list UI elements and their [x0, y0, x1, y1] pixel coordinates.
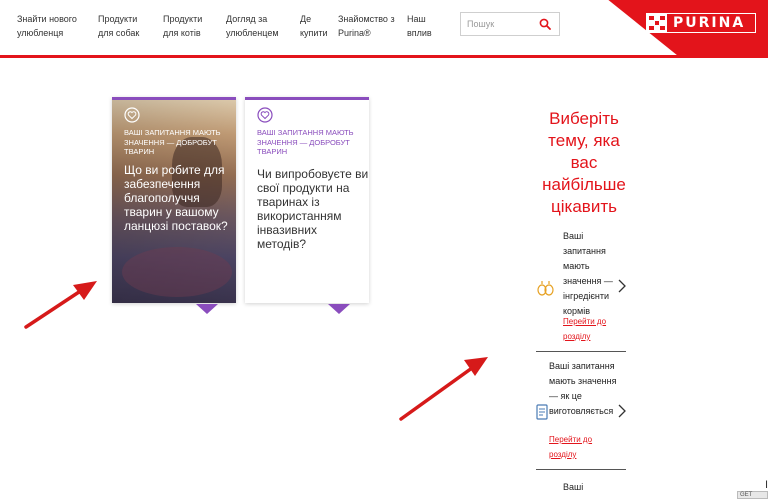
search-input[interactable]: [467, 19, 539, 29]
search-icon[interactable]: [539, 18, 551, 30]
card-subtitle: Ваші запитання мають значення — добробут…: [257, 128, 354, 156]
search-box[interactable]: [460, 12, 560, 36]
article-card-supply-chain[interactable]: Ваші запитання мають значення — добробут…: [112, 97, 236, 303]
chevron-right-icon[interactable]: [618, 404, 626, 418]
nav-item-find-pet[interactable]: Знайти нового улюбленця: [17, 12, 77, 40]
chevron-right-icon[interactable]: [618, 279, 626, 293]
heart-badge-icon: [124, 107, 140, 123]
card-title: Що ви робите для забезпечення благополуч…: [124, 163, 228, 233]
nav-item-about-purina[interactable]: Знайомство з Purina®: [338, 12, 395, 40]
heart-badge-icon: [257, 107, 273, 123]
go-to-section-link[interactable]: Перейти до розділу: [549, 432, 609, 462]
topic-heading: Виберіть тему, яка вас найбільше цікавит…: [542, 109, 626, 216]
logo-text: PURINA: [673, 15, 746, 31]
card-title: Чи випробовуєте ви свої продукти на твар…: [257, 167, 369, 251]
card-subtitle: Ваші запитання мають значення — добробут…: [124, 128, 221, 156]
go-to-section-link[interactable]: Перейти до розділу: [563, 314, 623, 344]
site-header: Знайти нового улюбленця Продукти для соб…: [0, 0, 768, 58]
topic-divider: [536, 469, 626, 470]
red-arrow-left: [24, 281, 97, 329]
red-arrow-right: [399, 357, 488, 421]
card-pointer: [196, 304, 218, 314]
nav-item-pet-care[interactable]: Догляд за улюбленцем: [226, 12, 279, 40]
nav-item-dog-products[interactable]: Продукти для собак: [98, 12, 139, 40]
nav-item-cat-products[interactable]: Продукти для котів: [163, 12, 202, 40]
topic-divider: [536, 351, 626, 352]
article-card-animal-testing[interactable]: Ваші запитання мають значення — добробут…: [245, 97, 369, 303]
nav-item-where-to-buy[interactable]: Де купити: [300, 12, 328, 40]
topic-item-partial[interactable]: Ваші: [563, 480, 623, 495]
topic-item-ingredients[interactable]: Ваші запитання мають значення — інгредіє…: [563, 229, 625, 319]
corner-widget[interactable]: GET: [737, 491, 768, 499]
nav-item-our-impact[interactable]: Наш вплив: [407, 12, 432, 40]
card-pointer: [328, 304, 350, 314]
purina-logo[interactable]: PURINA: [646, 13, 756, 33]
card-top-bar: [112, 97, 236, 100]
photo-dog: [122, 247, 232, 297]
checkerboard-logo-icon: [647, 14, 667, 32]
topic-item-how-made[interactable]: Ваші запитання мають значення — як це ви…: [549, 359, 625, 419]
ingredients-icon: [537, 281, 554, 296]
header-red-line: [0, 55, 768, 58]
card-top-bar: [245, 97, 369, 100]
